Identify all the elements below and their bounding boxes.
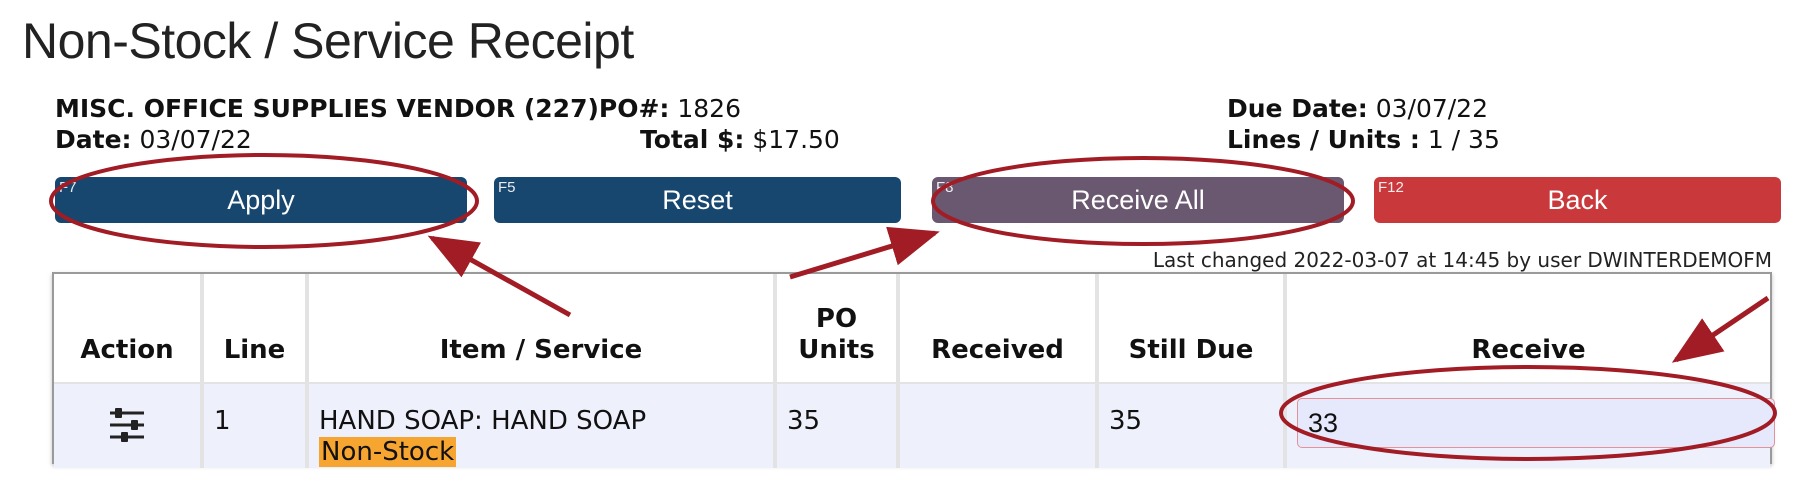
- date-label: Date:: [55, 125, 132, 154]
- column-header-po: PO: [815, 304, 858, 334]
- column-header-units: Units: [798, 335, 875, 365]
- date-info: Date: 03/07/22: [55, 124, 252, 155]
- receive-all-annotation-arrow: [789, 226, 940, 280]
- receive-quantity-input[interactable]: [1297, 398, 1775, 448]
- receive-all-shortcut-key: F8: [936, 179, 954, 196]
- po-value: 1826: [677, 94, 741, 123]
- received-cell: [898, 382, 1099, 468]
- non-stock-badge: Non-Stock: [319, 437, 457, 467]
- action-cell: [54, 382, 204, 468]
- back-button-label: Back: [1547, 184, 1608, 215]
- vendor-info: MISC. OFFICE SUPPLIES VENDOR (227)PO#: 1…: [55, 93, 741, 124]
- reset-button-label: Reset: [662, 184, 733, 215]
- due-date-value: 03/07/22: [1375, 94, 1488, 123]
- apply-button[interactable]: F7 Apply: [55, 177, 467, 223]
- back-button[interactable]: F12 Back: [1374, 177, 1781, 223]
- lines-units-label: Lines / Units :: [1227, 125, 1420, 154]
- apply-shortcut-key: F7: [59, 179, 77, 196]
- column-header-still-due: Still Due: [1097, 274, 1287, 383]
- column-header-received: Received: [898, 274, 1099, 383]
- sliders-icon[interactable]: [108, 408, 146, 450]
- reset-button[interactable]: F5 Reset: [494, 177, 901, 223]
- line-cell: 1: [202, 382, 309, 468]
- total-info: Total $: $17.50: [640, 124, 840, 155]
- column-header-line: Line: [202, 274, 309, 383]
- column-header-receive: Receive: [1471, 335, 1586, 365]
- still-due-cell: 35: [1097, 382, 1287, 468]
- po-label: PO#:: [598, 94, 670, 123]
- table-header-row: Action Line Item / Service PO Units Rece…: [54, 274, 1770, 383]
- receive-all-button[interactable]: F8 Receive All: [932, 177, 1344, 223]
- back-shortcut-key: F12: [1378, 179, 1404, 196]
- column-header-item: Item / Service: [307, 274, 777, 383]
- item-name: HAND SOAP: HAND SOAP: [319, 406, 647, 436]
- receive-cell: [1285, 382, 1775, 468]
- date-value: 03/07/22: [139, 125, 252, 154]
- column-header-action: Action: [54, 274, 204, 383]
- column-header-po-units: PO Units: [775, 274, 900, 383]
- apply-button-label: Apply: [227, 184, 295, 215]
- vendor-name: MISC. OFFICE SUPPLIES VENDOR (227): [55, 94, 599, 123]
- total-value: $17.50: [752, 125, 840, 154]
- page-title: Non-Stock / Service Receipt: [22, 13, 634, 69]
- due-date-info: Due Date: 03/07/22: [1227, 93, 1488, 124]
- lines-units-info: Lines / Units : 1 / 35: [1227, 124, 1500, 155]
- po-units-cell: 35: [775, 382, 900, 468]
- receipt-lines-table: Action Line Item / Service PO Units Rece…: [52, 272, 1775, 468]
- lines-units-value: 1 / 35: [1427, 125, 1500, 154]
- reset-shortcut-key: F5: [498, 179, 516, 196]
- table-row: 1 HAND SOAP: HAND SOAP Non-Stock 35 35: [54, 382, 1775, 468]
- due-date-label: Due Date:: [1227, 94, 1368, 123]
- last-changed-text: Last changed 2022-03-07 at 14:45 by user…: [1152, 248, 1772, 272]
- item-cell: HAND SOAP: HAND SOAP Non-Stock: [307, 382, 777, 468]
- total-label: Total $:: [640, 125, 745, 154]
- receive-all-button-label: Receive All: [1071, 184, 1205, 215]
